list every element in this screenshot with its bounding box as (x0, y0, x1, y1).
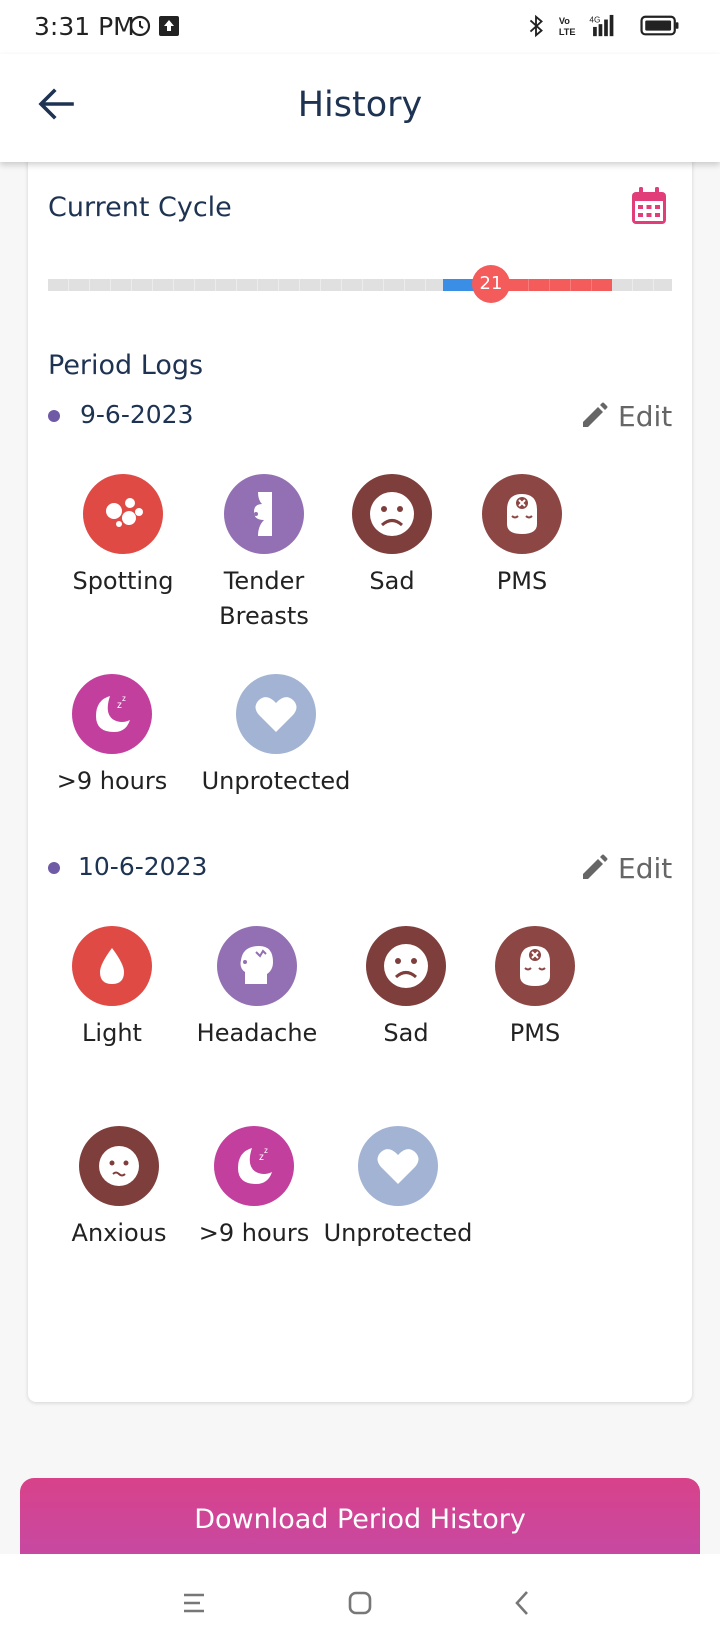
symptom-unprotected: Unprotected (196, 674, 356, 799)
history-card: Current Cycle 21 Period Logs 9-6-2023 Ed… (28, 150, 692, 1402)
system-nav-bar (0, 1554, 720, 1650)
symptom-label: >9 hours (56, 767, 168, 795)
menu-icon[interactable] (180, 1588, 210, 1618)
symptom-label: Unprotected (201, 767, 351, 795)
cycle-segment-past (48, 279, 443, 291)
symptom-light: Light (32, 926, 192, 1051)
anxious-face-icon (79, 1126, 159, 1206)
pencil-icon (583, 402, 608, 427)
tender-breasts-icon (224, 474, 304, 554)
symptom-label: Unprotected (323, 1219, 473, 1247)
sad-face-icon (366, 926, 446, 1006)
status-time: 3:31 PM (34, 12, 135, 41)
alarm-clock-icon (129, 15, 151, 37)
volte-icon: Vo LTE (559, 16, 576, 37)
edit-label: Edit (618, 399, 673, 433)
symptom-unprotected: Unprotected (318, 1126, 478, 1251)
cycle-segment-future (612, 279, 672, 291)
bluetooth-icon (529, 14, 543, 38)
symptom-label: Light (82, 1019, 142, 1047)
edit-label: Edit (618, 851, 673, 885)
back-icon[interactable] (508, 1588, 538, 1618)
cycle-progress-bar (48, 279, 672, 291)
svg-text:LTE: LTE (559, 27, 576, 37)
symptom-pms: PMS (442, 474, 602, 599)
battery-icon (640, 15, 679, 36)
sad-face-icon (352, 474, 432, 554)
home-icon[interactable] (345, 1588, 375, 1618)
symptom-label: >9 hours (198, 1219, 310, 1247)
period-logs-title: Period Logs (48, 350, 204, 381)
svg-text:z: z (122, 694, 126, 703)
edit-log-button[interactable]: Edit (580, 850, 672, 886)
upload-notification-icon (159, 16, 179, 36)
symptom-label: Spotting (72, 567, 174, 595)
cycle-day-marker: 21 (472, 265, 510, 303)
sleep-moon-icon: zz (214, 1126, 294, 1206)
log-date: 10-6-2023 (78, 852, 208, 881)
svg-text:z: z (264, 1146, 268, 1155)
symptom-label: PMS (496, 567, 548, 595)
app-header: History (0, 54, 720, 162)
symptom-pms: PMS (455, 926, 615, 1051)
heart-icon (358, 1126, 438, 1206)
drop-icon (72, 926, 152, 1006)
log-date-dot (48, 862, 60, 874)
status-bar: 3:31 PM Vo LTE 4G (0, 0, 720, 54)
sleep-moon-icon: zz (72, 674, 152, 754)
symptom-spotting: Spotting (43, 474, 203, 599)
symptom-label: Headache (196, 1019, 318, 1047)
heart-icon (236, 674, 316, 754)
current-cycle-title: Current Cycle (48, 192, 232, 223)
calendar-icon[interactable] (630, 186, 668, 226)
edit-log-button[interactable]: Edit (580, 398, 672, 434)
pms-icon (495, 926, 575, 1006)
page-title: History (297, 85, 423, 125)
log-date: 9-6-2023 (80, 400, 194, 429)
log-date-dot (48, 410, 60, 422)
symptom-sleep: zz >9 hours (174, 1126, 334, 1251)
signal-strength-icon: 4G (589, 14, 614, 37)
symptom-sleep: zz >9 hours (32, 674, 192, 799)
symptom-label: PMS (509, 1019, 561, 1047)
svg-text:Vo: Vo (559, 16, 570, 26)
pencil-icon (583, 854, 608, 879)
headache-icon (217, 926, 297, 1006)
pms-icon (482, 474, 562, 554)
symptom-headache: Headache (177, 926, 337, 1051)
spotting-icon (83, 474, 163, 554)
svg-text:4G: 4G (589, 14, 600, 24)
